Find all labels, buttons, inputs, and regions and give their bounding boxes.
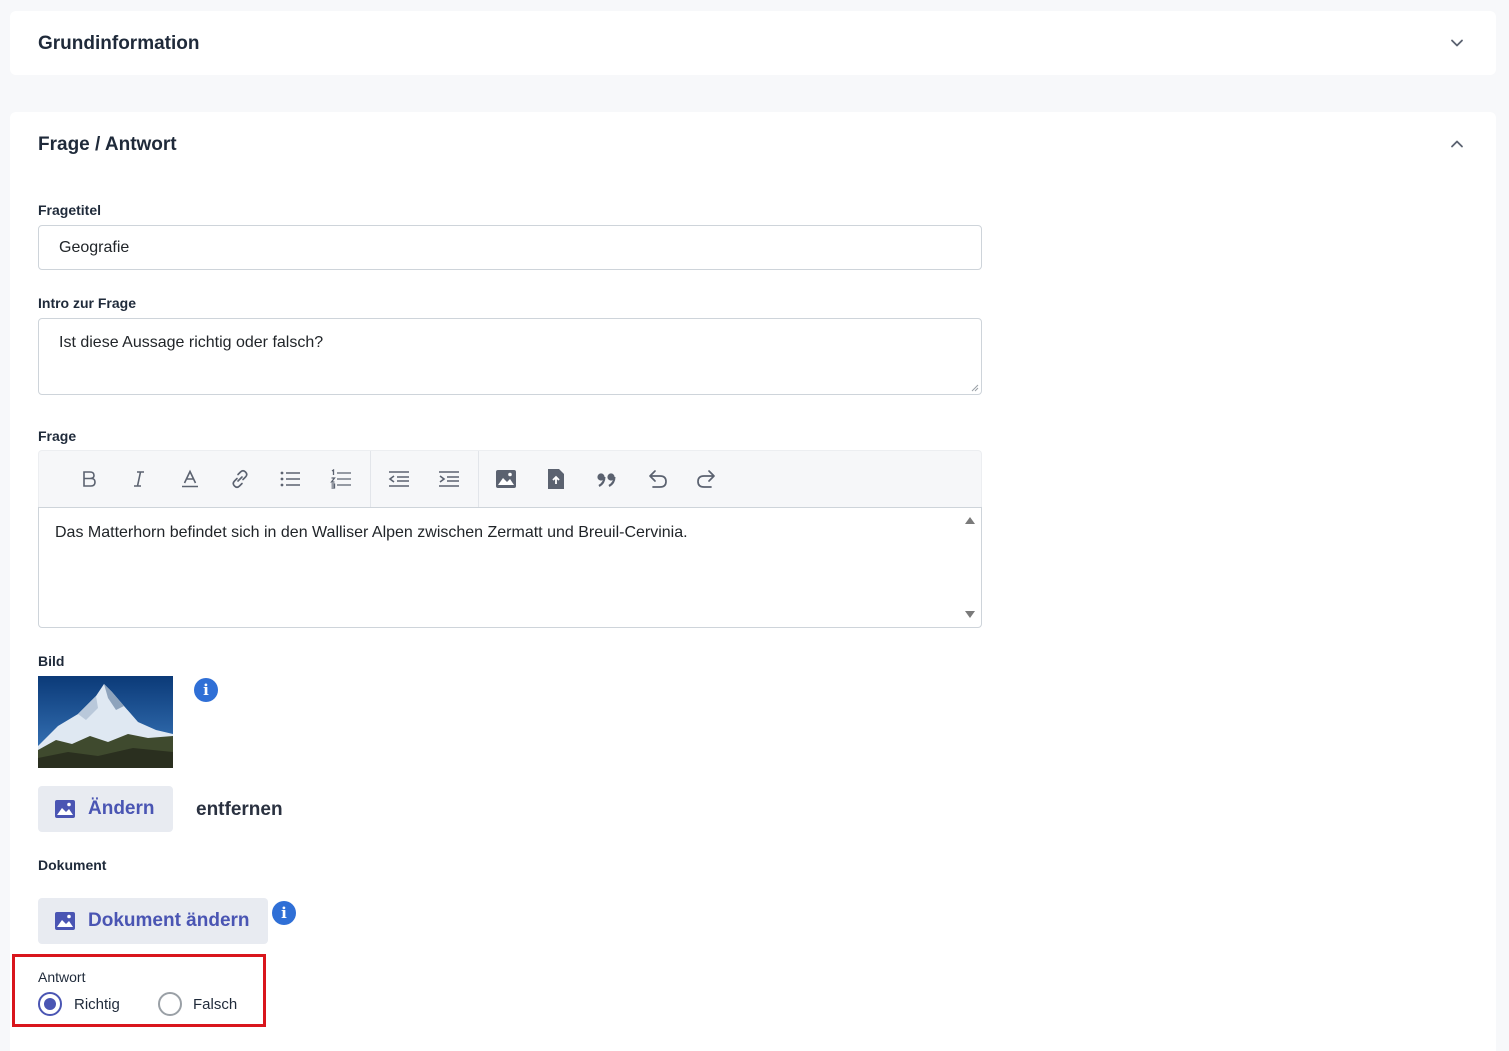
scroll-up-arrow-icon[interactable] — [965, 517, 975, 524]
answer-radio-falsch[interactable] — [158, 992, 182, 1016]
text-color-icon[interactable] — [175, 464, 205, 494]
scroll-down-arrow-icon[interactable] — [965, 611, 975, 618]
quote-icon[interactable] — [592, 464, 622, 494]
link-icon[interactable] — [225, 464, 255, 494]
intro-field-label: Intro zur Frage — [38, 295, 137, 311]
title-input[interactable]: Geografie — [38, 225, 982, 270]
intro-textarea[interactable]: Ist diese Aussage richtig oder falsch? — [38, 318, 982, 395]
section-basic-info[interactable]: Grundinformation — [10, 11, 1496, 75]
remove-image-link[interactable]: entfernen — [196, 799, 283, 821]
answer-option-richtig-label: Richtig — [74, 996, 120, 1013]
question-field-label: Frage — [38, 428, 77, 444]
editor-toolbar — [38, 450, 982, 509]
redo-icon[interactable] — [692, 464, 722, 494]
change-image-label: Ändern — [88, 798, 155, 819]
change-image-button[interactable]: Ändern — [38, 786, 173, 832]
section-question-answer-title: Frage / Antwort — [38, 134, 177, 155]
answer-option-falsch-label: Falsch — [193, 996, 238, 1013]
indent-icon[interactable] — [434, 464, 464, 494]
bullet-list-icon[interactable] — [275, 464, 305, 494]
image-icon[interactable] — [491, 464, 521, 494]
upload-file-icon[interactable] — [541, 464, 571, 494]
image-icon — [55, 912, 75, 930]
numbered-list-icon[interactable] — [326, 464, 356, 494]
chevron-down-icon[interactable] — [1450, 36, 1464, 50]
resize-handle-icon[interactable] — [969, 382, 979, 392]
italic-icon[interactable] — [124, 464, 154, 494]
change-document-button[interactable]: Dokument ändern — [38, 898, 268, 944]
document-info-icon[interactable]: i — [272, 901, 296, 925]
image-field-label: Bild — [38, 653, 65, 669]
answer-highlight-box — [12, 954, 266, 1027]
section-basic-info-title: Grundinformation — [38, 33, 200, 54]
bold-icon[interactable] — [74, 464, 104, 494]
question-editor[interactable]: Das Matterhorn befindet sich in den Wall… — [38, 507, 982, 628]
image-info-icon[interactable]: i — [194, 678, 218, 702]
section-question-answer: Frage / Antwort Fragetitel Geografie Int… — [10, 112, 1496, 1051]
undo-icon[interactable] — [642, 464, 672, 494]
chevron-up-icon[interactable] — [1450, 137, 1464, 151]
intro-text: Ist diese Aussage richtig oder falsch? — [59, 334, 324, 351]
question-image-thumbnail — [38, 676, 173, 768]
title-field-label: Fragetitel — [38, 202, 102, 218]
document-field-label: Dokument — [38, 857, 107, 873]
answer-field-label: Antwort — [38, 969, 86, 985]
outdent-icon[interactable] — [384, 464, 414, 494]
question-text: Das Matterhorn befindet sich in den Wall… — [55, 524, 688, 541]
image-icon — [55, 800, 75, 818]
change-document-label: Dokument ändern — [88, 910, 250, 931]
answer-radio-richtig[interactable] — [38, 992, 62, 1016]
